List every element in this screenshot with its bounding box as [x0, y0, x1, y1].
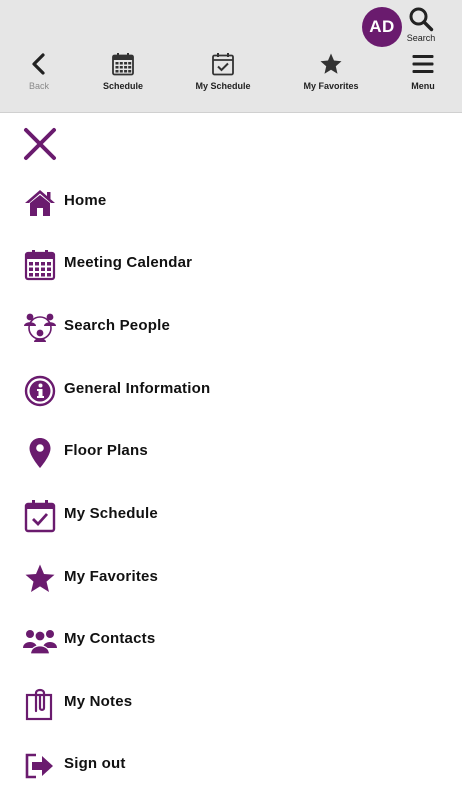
close-icon	[24, 128, 56, 160]
contacts-icon	[23, 624, 57, 658]
user-avatar[interactable]: AD	[362, 7, 402, 47]
menu-item-label: My Favorites	[64, 568, 159, 585]
menu-item-label: Floor Plans	[64, 442, 148, 459]
menu-item-my-notes[interactable]: My Notes	[0, 671, 462, 733]
menu-item-floor-plans[interactable]: Floor Plans	[0, 420, 462, 482]
menu-item-label: My Contacts	[64, 630, 156, 647]
menu-item-home[interactable]: Home	[0, 170, 462, 232]
menu-item-my-favorites[interactable]: My Favorites	[0, 546, 462, 608]
menu-item-search-people[interactable]: Search People	[0, 295, 462, 357]
chevron-left-icon	[32, 53, 45, 75]
home-icon	[23, 186, 57, 220]
schedule-label: Schedule	[102, 81, 143, 91]
star-icon	[320, 53, 342, 74]
menu-item-label: My Schedule	[64, 505, 158, 522]
schedule-button[interactable]: Schedule	[100, 52, 146, 96]
calendar-icon	[23, 248, 57, 282]
menu-button[interactable]: Menu	[406, 52, 440, 96]
hamburger-icon	[412, 55, 434, 73]
menu-item-my-schedule[interactable]: My Schedule	[0, 483, 462, 545]
clipboard-icon	[23, 687, 57, 721]
search-label: Search	[406, 33, 436, 43]
calendar-check-icon	[212, 53, 234, 76]
people-network-icon	[23, 311, 57, 345]
back-label: Back	[28, 81, 49, 91]
my-schedule-button[interactable]: My Schedule	[192, 52, 254, 96]
back-button[interactable]: Back	[24, 52, 54, 96]
menu-item-label: Sign out	[64, 755, 126, 772]
search-icon	[409, 7, 434, 32]
menu-item-sign-out[interactable]: Sign out	[0, 733, 462, 795]
menu-item-meeting-calendar[interactable]: Meeting Calendar	[0, 232, 462, 294]
calendar-check-icon	[23, 499, 57, 533]
info-icon	[23, 374, 57, 408]
menu-item-label: Home	[64, 192, 107, 209]
menu-item-label: Meeting Calendar	[64, 254, 193, 271]
calendar-icon	[112, 53, 134, 76]
my-favorites-button[interactable]: My Favorites	[300, 52, 362, 96]
menu-item-my-contacts[interactable]: My Contacts	[0, 608, 462, 670]
sign-out-icon	[23, 749, 57, 783]
menu-item-label: Search People	[64, 317, 170, 334]
menu-item-label: General Information	[64, 380, 211, 397]
my-favorites-label: My Favorites	[303, 81, 359, 91]
map-pin-icon	[23, 436, 57, 470]
star-icon	[23, 562, 57, 596]
search-button[interactable]: Search	[402, 4, 440, 46]
close-menu-button[interactable]	[22, 126, 58, 162]
menu-item-general-information[interactable]: General Information	[0, 358, 462, 420]
my-schedule-label: My Schedule	[195, 81, 251, 91]
top-toolbar: AD Search Back Schedule My Schedule My F…	[0, 0, 462, 113]
menu-label: Menu	[411, 81, 435, 91]
menu-item-label: My Notes	[64, 693, 133, 710]
